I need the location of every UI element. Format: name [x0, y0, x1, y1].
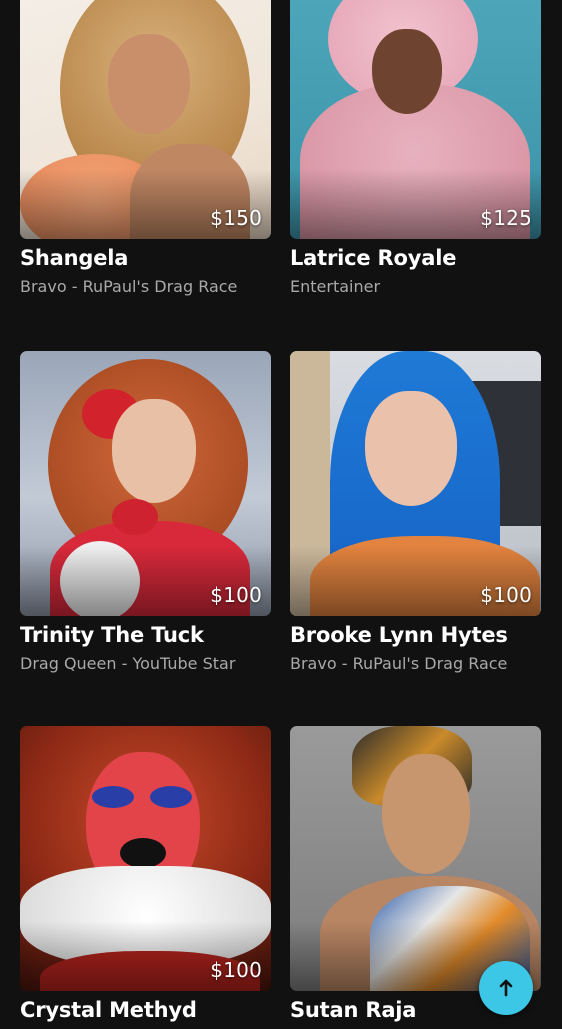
price-label: $150	[210, 206, 262, 230]
talent-photo[interactable]: $150	[20, 0, 271, 239]
talent-card[interactable]: $100 Trinity The Tuck Drag Queen - YouTu…	[20, 351, 271, 674]
talent-photo[interactable]: $125	[290, 0, 541, 239]
talent-name[interactable]: Trinity The Tuck	[20, 622, 271, 648]
talent-card[interactable]: $100 Crystal Methyd	[20, 726, 271, 1029]
talent-subtitle: Bravo - RuPaul's Drag Race	[20, 277, 238, 296]
talent-subtitle: Drag Queen - YouTube Star	[20, 654, 236, 673]
talent-grid: $150 Shangela Bravo - RuPaul's Drag Race…	[0, 0, 562, 1024]
talent-card[interactable]: $125 Latrice Royale Entertainer	[290, 0, 541, 297]
talent-photo[interactable]: $100	[20, 351, 271, 616]
talent-card[interactable]: $150 Shangela Bravo - RuPaul's Drag Race	[20, 0, 271, 297]
talent-name[interactable]: Brooke Lynn Hytes	[290, 622, 541, 648]
price-label: $100	[210, 583, 262, 607]
talent-name[interactable]: Shangela	[20, 245, 271, 271]
arrow-up-icon	[499, 979, 513, 997]
talent-subtitle: Bravo - RuPaul's Drag Race	[290, 654, 508, 673]
talent-name[interactable]: Latrice Royale	[290, 245, 541, 271]
talent-photo[interactable]	[290, 726, 541, 991]
talent-card[interactable]: $100 Brooke Lynn Hytes Bravo - RuPaul's …	[290, 351, 541, 674]
talent-photo[interactable]: $100	[290, 351, 541, 616]
talent-subtitle: Entertainer	[290, 277, 381, 296]
price-label: $100	[480, 583, 532, 607]
price-label: $100	[210, 958, 262, 982]
talent-name[interactable]: Crystal Methyd	[20, 997, 271, 1023]
scroll-to-top-button[interactable]	[479, 961, 533, 1015]
talent-photo[interactable]: $100	[20, 726, 271, 991]
price-label: $125	[480, 206, 532, 230]
